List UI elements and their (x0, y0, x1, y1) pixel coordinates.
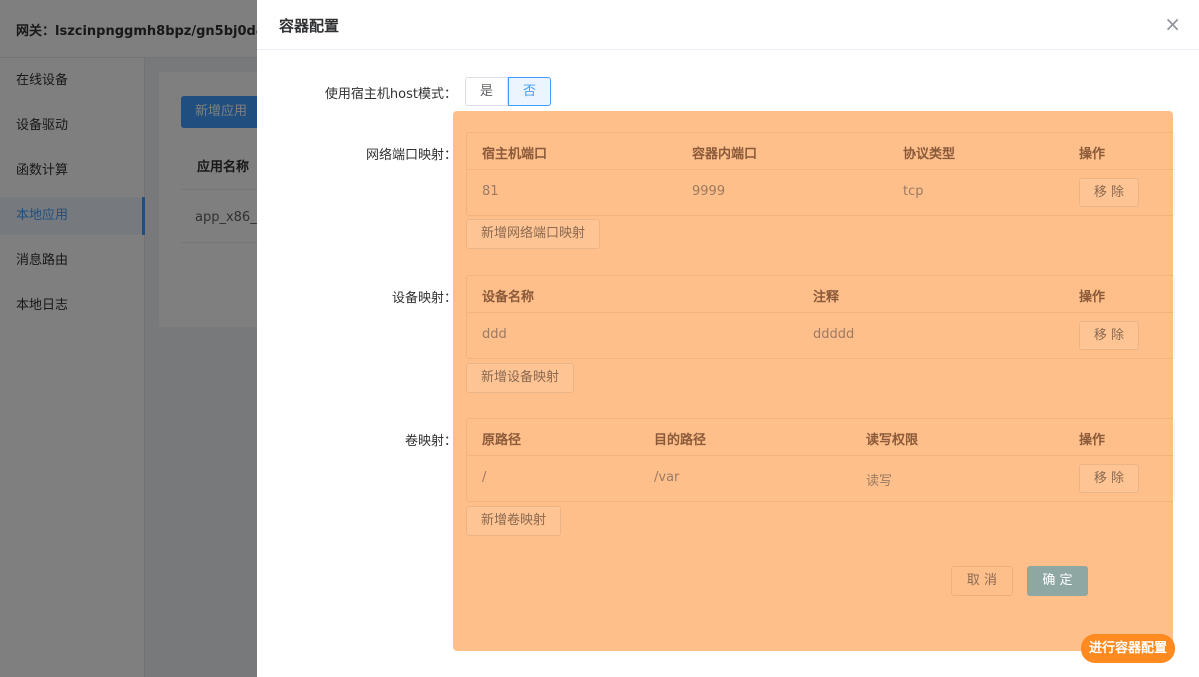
column-header: 原路径 (482, 433, 522, 448)
column-header: 容器内端口 (692, 147, 758, 162)
device-mapping-table: 设备名称 注释 操作 ddd ddddd 移 除 (466, 275, 1175, 359)
column-header: 宿主机端口 (482, 147, 548, 162)
remove-button[interactable]: 移 除 (1079, 321, 1139, 350)
device-mapping-label: 设备映射： (391, 291, 457, 306)
table-header: 宿主机端口 容器内端口 协议类型 操作 (467, 133, 1174, 170)
confirm-button[interactable]: 确 定 (1027, 566, 1088, 596)
table-header: 原路径 目的路径 读写权限 操作 (467, 419, 1174, 456)
cancel-button[interactable]: 取 消 (951, 566, 1013, 596)
drawer-header: 容器配置 × (257, 0, 1199, 50)
host-mode-label: 使用宿主机host模式： (324, 87, 457, 102)
dest-path-cell: /var (654, 470, 680, 485)
container-config-drawer: 容器配置 × 使用宿主机host模式： 是 否 网络端口映射： 宿主机端口 容器… (257, 0, 1199, 677)
add-port-mapping-button[interactable]: 新增网络端口映射 (466, 219, 601, 249)
column-header: 协议类型 (903, 147, 956, 162)
source-path-cell: / (482, 470, 487, 485)
remove-button[interactable]: 移 除 (1079, 178, 1139, 207)
protocol-cell: tcp (903, 184, 924, 199)
comment-cell: ddddd (813, 327, 855, 342)
volume-mapping-table: 原路径 目的路径 读写权限 操作 / /var 读写 移 除 (466, 418, 1175, 502)
column-header: 注释 (813, 290, 840, 305)
add-volume-mapping-button[interactable]: 新增卷映射 (466, 506, 562, 536)
host-mode-toggle: 是 否 (465, 77, 552, 106)
column-header: 目的路径 (654, 433, 707, 448)
permission-cell: 读写 (866, 474, 893, 489)
volume-mapping-label: 卷映射： (404, 434, 457, 449)
port-mapping-label: 网络端口映射： (365, 148, 457, 163)
table-header: 设备名称 注释 操作 (467, 276, 1174, 313)
column-header: 操作 (1079, 147, 1106, 162)
drawer-title: 容器配置 (279, 17, 340, 35)
column-header: 读写权限 (866, 433, 919, 448)
host-mode-yes-button[interactable]: 是 (465, 77, 509, 106)
column-header: 操作 (1079, 290, 1106, 305)
close-icon[interactable]: × (1164, 12, 1181, 36)
host-port-cell: 81 (482, 184, 499, 199)
annotation-tag: 进行容器配置 (1081, 634, 1176, 663)
column-header: 操作 (1079, 433, 1106, 448)
device-name-cell: ddd (482, 327, 507, 342)
port-mapping-table: 宿主机端口 容器内端口 协议类型 操作 81 9999 tcp 移 除 (466, 132, 1175, 216)
host-mode-no-button[interactable]: 否 (508, 77, 552, 106)
add-device-mapping-button[interactable]: 新增设备映射 (466, 363, 575, 393)
remove-button[interactable]: 移 除 (1079, 464, 1139, 493)
container-port-cell: 9999 (692, 184, 726, 199)
column-header: 设备名称 (482, 290, 535, 305)
